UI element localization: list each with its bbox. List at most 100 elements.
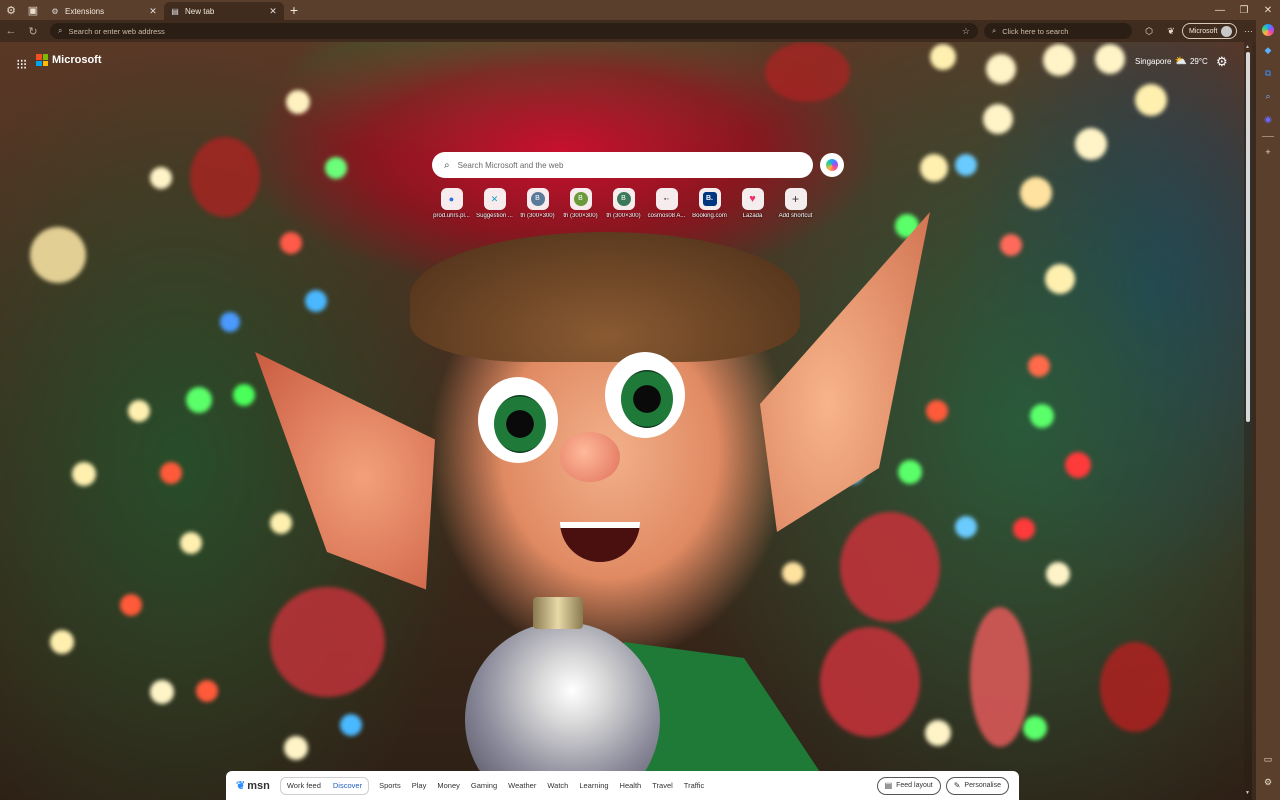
copilot-pro-icon[interactable]: ◆	[1259, 41, 1277, 59]
msn-link-watch[interactable]: Watch	[547, 781, 568, 790]
minimize-icon[interactable]: —	[1208, 5, 1232, 16]
msn-logo-text: msn	[247, 779, 270, 792]
background-image	[782, 562, 804, 584]
scrollbar-thumb[interactable]	[1246, 52, 1250, 422]
personalise-icon: ✎	[953, 781, 961, 790]
personalise-button[interactable]: ✎ Personalise	[945, 776, 1009, 795]
back-icon[interactable]: ←	[0, 25, 22, 37]
add-sidebar-app-icon[interactable]: +	[1259, 143, 1277, 161]
hide-sidebar-icon[interactable]: ▭	[1259, 750, 1277, 768]
tab-new-tab[interactable]: ▤ New tab ✕	[164, 2, 284, 20]
profile-button[interactable]: Microsoft	[1182, 23, 1238, 39]
sidebar-settings-icon[interactable]: ⚙	[1259, 773, 1277, 791]
msn-link-traffic[interactable]: Traffic	[684, 781, 704, 790]
msn-link-money[interactable]: Money	[437, 781, 460, 790]
background-image	[325, 157, 347, 179]
background-image	[983, 104, 1013, 134]
background-image	[1100, 642, 1170, 732]
background-image	[150, 167, 172, 189]
sidebar-divider	[1262, 136, 1274, 137]
msn-logo[interactable]: ❦ msn	[236, 779, 270, 793]
background-image	[305, 290, 327, 312]
background-image	[760, 212, 930, 532]
close-tab-icon[interactable]: ✕	[148, 6, 158, 17]
background-image	[30, 227, 86, 283]
add-shortcut-button[interactable]: + Add shortcut	[774, 188, 817, 219]
background-image	[820, 627, 920, 737]
scroll-up-icon[interactable]: ▲	[1245, 44, 1250, 50]
shortcut-tile[interactable]: B th (300×300)	[516, 188, 559, 219]
shortcut-tile[interactable]: B th (300×300)	[602, 188, 645, 219]
background-image	[925, 720, 951, 746]
shortcut-label: cosmos08 A...	[647, 213, 686, 219]
extensions-puzzle-icon[interactable]: ⬡	[1138, 26, 1160, 37]
weather-widget[interactable]: Singapore ⛅ 29°C	[1135, 56, 1208, 67]
profile-label: Microsoft	[1189, 27, 1218, 35]
background-image	[150, 680, 174, 704]
background-image	[898, 460, 922, 484]
msn-link-learning[interactable]: Learning	[579, 781, 608, 790]
shortcut-tile[interactable]: B. Booking.com	[688, 188, 731, 219]
feed-layout-button[interactable]: ▤ Feed layout	[876, 776, 941, 795]
background-image	[180, 532, 202, 554]
search-placeholder: Search Microsoft and the web	[457, 160, 564, 170]
background-image	[1046, 562, 1070, 586]
search-icon: ⌕	[444, 159, 450, 171]
favorite-star-icon[interactable]: ☆	[962, 26, 970, 37]
new-tab-button[interactable]: +	[284, 2, 304, 18]
msn-link-sports[interactable]: Sports	[379, 781, 401, 790]
copilot-button[interactable]	[820, 153, 844, 177]
shortcut-tile[interactable]: ● prod.uhrs.pl...	[430, 188, 473, 219]
discover-tab[interactable]: Discover	[327, 781, 368, 790]
background-image	[190, 137, 260, 217]
address-bar[interactable]: ⌕ Search or enter web address ☆	[50, 23, 978, 39]
restore-icon[interactable]: ❐	[1232, 5, 1256, 16]
background-image	[1023, 716, 1047, 740]
tab-actions-icon[interactable]: ▣	[22, 0, 44, 20]
msn-link-play[interactable]: Play	[412, 781, 427, 790]
shortcut-tile[interactable]: ▪◦ cosmos08 A...	[645, 188, 688, 219]
msn-link-travel[interactable]: Travel	[652, 781, 673, 790]
background-image	[284, 736, 308, 760]
search-icon[interactable]: ⌕	[1259, 87, 1277, 105]
msn-link-health[interactable]: Health	[620, 781, 642, 790]
background-image	[970, 607, 1030, 747]
shortcut-tile[interactable]: B th (300×300)	[559, 188, 602, 219]
title-bar: ⚙ ▣ ⚙ Extensions ✕ ▤ New tab ✕ + — ❐ ✕	[0, 0, 1280, 20]
side-search-box[interactable]: ⌕ Click here to search	[984, 23, 1132, 39]
shortcut-tile[interactable]: ✕ Suggestion ...	[473, 188, 516, 219]
background-image	[478, 377, 558, 463]
navigation-bar: ← ↻ ⌕ Search or enter web address ☆ ⌕ Cl…	[0, 20, 1280, 42]
lazada-icon: ♥	[741, 188, 764, 210]
msn-link-weather[interactable]: Weather	[508, 781, 536, 790]
copilot-icon[interactable]	[1262, 24, 1274, 36]
extensions-icon: ⚙	[51, 6, 59, 16]
th-icon: B	[526, 188, 549, 210]
background-image	[160, 462, 182, 484]
background-image	[270, 512, 292, 534]
msn-butterfly-icon: ❦	[236, 780, 246, 792]
web-search-input[interactable]: ⌕ Search Microsoft and the web	[432, 152, 813, 178]
page-settings-icon[interactable]: ⚙	[1216, 54, 1228, 70]
shortcut-tile[interactable]: ♥ Lazada	[731, 188, 774, 219]
search-icon: ⌕	[58, 26, 63, 35]
background-image	[410, 232, 800, 362]
designer-icon[interactable]: ◉	[1259, 110, 1277, 128]
partly-cloudy-icon: ⛅	[1174, 56, 1187, 67]
msn-link-gaming[interactable]: Gaming	[471, 781, 497, 790]
background-image	[560, 522, 640, 562]
tab-extensions[interactable]: ⚙ Extensions ✕	[44, 2, 164, 20]
new-tab-page-icon: ▤	[171, 6, 179, 16]
background-image	[560, 432, 620, 482]
brand-name: Microsoft	[52, 54, 102, 66]
favorites-icon[interactable]: ❦	[1160, 26, 1182, 37]
work-feed-tab[interactable]: Work feed	[281, 781, 327, 790]
scroll-down-icon[interactable]: ▼	[1245, 790, 1250, 796]
app-launcher-icon[interactable]: ⁝⁝⁝	[16, 56, 27, 73]
refresh-icon[interactable]: ↻	[22, 25, 44, 38]
translate-icon[interactable]: ⧉	[1259, 64, 1277, 82]
close-tab-icon[interactable]: ✕	[268, 6, 278, 17]
background-image	[1028, 355, 1050, 377]
workspaces-icon[interactable]: ⚙	[0, 0, 22, 20]
close-window-icon[interactable]: ✕	[1256, 5, 1280, 16]
